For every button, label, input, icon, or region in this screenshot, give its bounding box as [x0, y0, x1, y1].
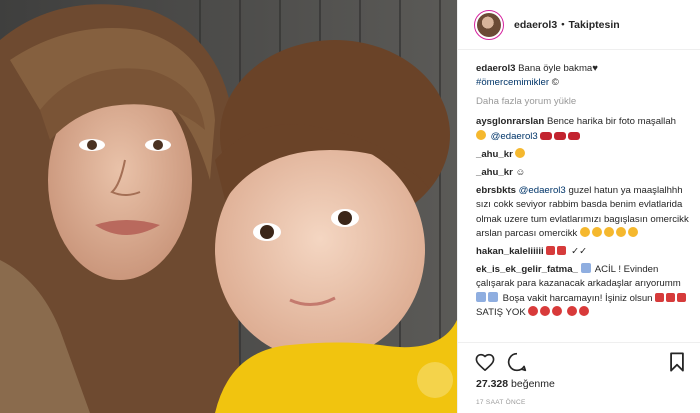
speaker-emoji-icon	[580, 263, 591, 274]
caption-hashtag[interactable]: #ömercemimikler	[476, 77, 549, 88]
post-side-panel: edaerol3 • Takiptesin edaerol3 Bana öyle…	[457, 0, 700, 413]
likes-label: beğenme	[511, 378, 555, 390]
follow-status-button[interactable]: Takiptesin	[569, 19, 620, 31]
profile-avatar[interactable]	[474, 9, 504, 40]
caption-text: Bana öyle bakma♥	[518, 63, 598, 74]
comment-item: hakan_kaleliiiii ✓✓	[476, 245, 690, 259]
smiley-emoji-icon	[476, 129, 486, 140]
smiley-emoji-icon	[615, 226, 626, 237]
caption-hashtag-icon: ©	[551, 77, 559, 89]
no-entry-emoji-icon	[579, 305, 590, 316]
cross-emoji-icon	[666, 292, 676, 302]
comment-item: ebrsbkts @edaerol3 guzel hatun ya maaşla…	[476, 184, 690, 241]
comment-mention[interactable]: @edaerol3	[491, 131, 538, 142]
comment-user[interactable]: _ahu_kr	[476, 149, 513, 160]
post-timestamp[interactable]: 17 SAAT ÖNCE	[476, 399, 526, 406]
comment-user[interactable]: hakan_kaleliiiii	[476, 246, 544, 257]
smiley-emoji-icon	[515, 147, 526, 158]
photo-illustration	[0, 0, 457, 413]
comment-text: ✓✓	[571, 246, 588, 258]
heart-icon[interactable]	[474, 351, 496, 373]
comment-bubble-icon[interactable]	[506, 351, 528, 373]
likes-count[interactable]: 27.328 beğenme	[476, 378, 555, 390]
cross-emoji-icon	[677, 292, 687, 302]
person-emoji-icon	[488, 291, 498, 302]
no-entry-emoji-icon	[567, 305, 578, 316]
lips-emoji-icon	[568, 131, 581, 140]
post-header: edaerol3 • Takiptesin	[458, 0, 700, 50]
comment-text: Bence harika bir foto maşallah	[546, 116, 676, 128]
lips-emoji-icon	[540, 131, 553, 140]
no-entry-emoji-icon	[552, 305, 563, 316]
actions-divider	[458, 342, 700, 343]
flag-emoji-icon	[557, 246, 567, 256]
caption: edaerol3 Bana öyle bakma♥ #ömercemimikle…	[476, 62, 690, 90]
bookmark-icon[interactable]	[666, 351, 688, 373]
likes-number: 27.328	[476, 378, 509, 390]
comment-mention[interactable]: @edaerol3	[519, 185, 566, 196]
lips-emoji-icon	[554, 131, 567, 140]
comment-item: aysglonrarslan Bence harika bir foto maş…	[476, 115, 690, 143]
no-entry-emoji-icon	[540, 305, 551, 316]
comment-user[interactable]: ebrsbkts	[476, 185, 516, 196]
post-actions	[474, 350, 688, 374]
smiley-emoji-icon	[591, 226, 602, 237]
comment-item: _ahu_kr ☺	[476, 166, 690, 180]
comment-item: _ahu_kr	[476, 147, 690, 162]
smiley-emoji-icon	[603, 226, 614, 237]
comment-text: SATIŞ YOK	[476, 306, 526, 318]
comment-user[interactable]: ek_is_ek_gelir_fatma_	[476, 264, 578, 275]
caption-author[interactable]: edaerol3	[476, 63, 515, 74]
cross-emoji-icon	[655, 292, 665, 302]
comment-item: ek_is_ek_gelir_fatma_ ACİL ! Evinden çal…	[476, 263, 690, 320]
smiley-emoji-icon	[627, 226, 638, 237]
heart-eyes-emoji-icon	[579, 226, 590, 237]
post-photo[interactable]	[0, 0, 457, 413]
header-separator: •	[561, 19, 565, 30]
comment-text: ☺	[515, 167, 526, 179]
flag-emoji-icon	[546, 246, 556, 256]
author-username[interactable]: edaerol3	[514, 19, 557, 31]
person-emoji-icon	[476, 291, 486, 302]
no-entry-emoji-icon	[528, 305, 539, 316]
comment-user[interactable]: _ahu_kr	[476, 167, 513, 178]
load-more-comments-link[interactable]: Daha fazla yorum yükle	[476, 96, 690, 107]
comment-user[interactable]: aysglonrarslan	[476, 116, 544, 127]
comments-list: edaerol3 Bana öyle bakma♥ #ömercemimikle…	[476, 62, 690, 324]
comment-text: Boşa vakit harcamayın! İşiniz olsun	[502, 292, 653, 304]
